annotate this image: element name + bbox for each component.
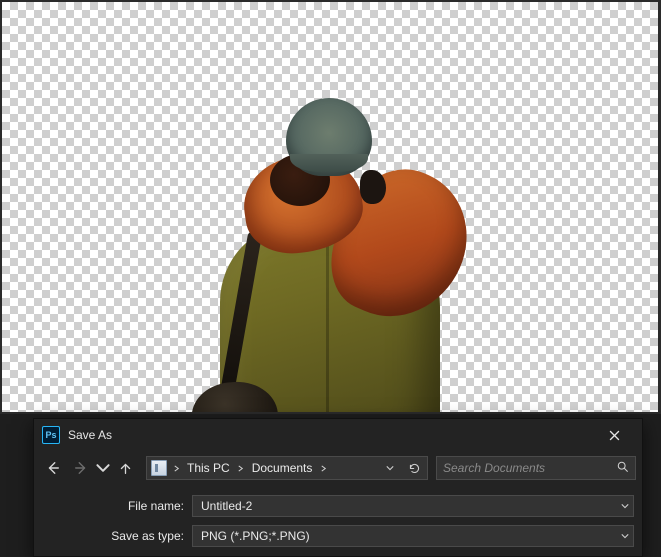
refresh-button[interactable]: [403, 457, 425, 479]
filename-row: File name: Untitled-2: [34, 493, 642, 519]
this-pc-icon: [151, 460, 167, 476]
breadcrumb-this-pc[interactable]: This PC: [183, 461, 234, 475]
chevron-down-icon: [386, 464, 394, 472]
chevron-down-icon: [96, 461, 110, 475]
chevron-down-icon[interactable]: [621, 499, 629, 513]
arrow-up-icon: [119, 462, 132, 475]
close-button[interactable]: [592, 420, 636, 450]
filetype-label: Save as type:: [34, 529, 184, 543]
recent-locations-button[interactable]: [96, 455, 110, 481]
up-button[interactable]: [112, 455, 138, 481]
search-input[interactable]: [443, 461, 616, 475]
save-form: File name: Untitled-2 Save as type: PNG …: [34, 485, 642, 549]
back-button[interactable]: [40, 455, 66, 481]
filetype-row: Save as type: PNG (*.PNG;*.PNG): [34, 523, 642, 549]
breadcrumb-history-button[interactable]: [379, 457, 401, 479]
filetype-value: PNG (*.PNG;*.PNG): [201, 529, 621, 543]
close-icon: [609, 430, 620, 441]
breadcrumb-bar[interactable]: This PC Documents: [146, 456, 428, 480]
photoshop-icon: Ps: [42, 426, 60, 444]
image-subject: [200, 82, 460, 412]
nav-toolbar: This PC Documents: [34, 451, 642, 485]
filename-combo[interactable]: Untitled-2: [192, 495, 634, 517]
breadcrumb-documents[interactable]: Documents: [248, 461, 317, 475]
chevron-right-icon[interactable]: [318, 461, 328, 475]
refresh-icon: [408, 462, 421, 475]
chevron-right-icon[interactable]: [236, 461, 246, 475]
search-box[interactable]: [436, 456, 636, 480]
arrow-left-icon: [46, 461, 60, 475]
editor-canvas-area: [0, 0, 661, 414]
chevron-right-icon[interactable]: [171, 461, 181, 475]
search-icon[interactable]: [616, 460, 629, 476]
filetype-combo[interactable]: PNG (*.PNG;*.PNG): [192, 525, 634, 547]
filename-value[interactable]: Untitled-2: [201, 499, 621, 513]
forward-button[interactable]: [68, 455, 94, 481]
transparency-canvas[interactable]: [2, 2, 658, 412]
filename-label: File name:: [34, 499, 184, 513]
chevron-down-icon[interactable]: [621, 529, 629, 543]
dialog-titlebar: Ps Save As: [34, 419, 642, 451]
arrow-right-icon: [74, 461, 88, 475]
save-as-dialog: Ps Save As This PC Documents: [33, 418, 643, 557]
dialog-title: Save As: [68, 428, 592, 442]
